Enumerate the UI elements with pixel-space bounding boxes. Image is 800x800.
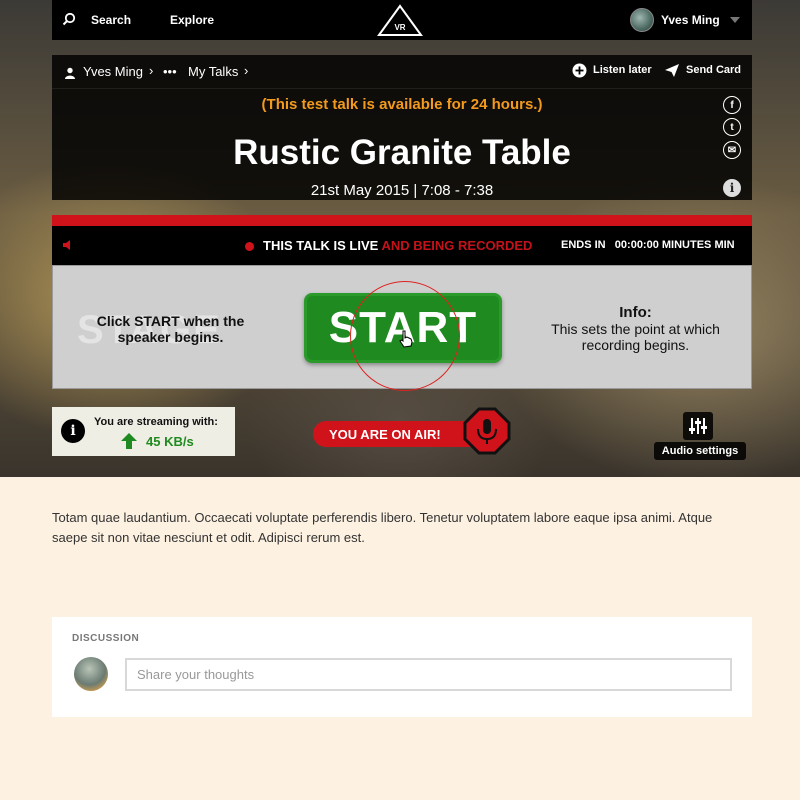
chevron-right-icon: › [149, 63, 154, 78]
talk-title: Rustic Granite Table [233, 133, 571, 172]
audio-settings-button[interactable]: Audio settings [654, 410, 746, 460]
streaming-speed: 45 KB/s [146, 434, 194, 449]
sliders-icon[interactable] [683, 412, 713, 440]
on-air-badge: YOU ARE ON AIR! [313, 421, 473, 447]
ends-label: ENDS IN [561, 239, 606, 251]
talk-datetime: 21st May 2015 | 7:08 - 7:38 [310, 182, 494, 199]
streaming-label: You are streaming with: [94, 416, 218, 428]
listen-later-button[interactable]: Listen later [593, 64, 652, 76]
microphone-icon[interactable] [463, 407, 511, 455]
facebook-icon[interactable]: f [723, 96, 741, 114]
info-body: This sets the point at which recording b… [551, 321, 720, 353]
send-icon[interactable] [664, 63, 680, 78]
email-icon[interactable]: ✉ [723, 141, 741, 159]
availability-note: (This test talk is available for 24 hour… [261, 96, 543, 113]
live-status-text: THIS TALK IS LIVE AND BEING RECORDED [263, 238, 532, 253]
arrow-up-icon [121, 433, 137, 449]
breadcrumb-ellipsis[interactable]: ••• [163, 64, 177, 79]
live-status-bar: THIS TALK IS LIVE AND BEING RECORDED END… [52, 226, 752, 265]
send-card-button[interactable]: Send Card [686, 64, 741, 76]
audio-settings-label[interactable]: Audio settings [654, 442, 746, 460]
breadcrumb-user[interactable]: Yves Ming [83, 64, 143, 79]
twitter-icon[interactable]: t [723, 118, 741, 136]
talk-header-card: Yves Ming › ••• My Talks › Listen later … [52, 55, 752, 200]
user-avatar[interactable] [630, 8, 654, 32]
countdown-timer: 00:00:00 MINUTES MIN [614, 239, 735, 251]
nav-user-name[interactable]: Yves Ming [661, 0, 720, 40]
info-title: Info: [619, 304, 652, 321]
start-panel: STAGE Click START when the speaker begin… [52, 265, 752, 391]
vr-logo-icon[interactable]: VR [377, 3, 423, 37]
live-label: THIS TALK IS LIVE [263, 238, 379, 253]
ends-in-label: ENDS IN 00:00:00 MINUTES MIN [561, 239, 735, 251]
info-icon: i [61, 419, 85, 443]
search-icon[interactable] [62, 12, 76, 26]
live-indicator-dot [245, 242, 254, 251]
streaming-status: i You are streaming with: 45 KB/s [52, 407, 235, 456]
discussion-heading: DISCUSSION [72, 633, 140, 644]
discussion-section: DISCUSSION [52, 617, 752, 717]
nav-explore-link[interactable]: Explore [170, 0, 214, 40]
avatar [74, 657, 108, 691]
breadcrumb: Yves Ming › ••• My Talks › Listen later … [52, 55, 752, 89]
speaker-icon[interactable] [62, 239, 74, 251]
start-instruction: Click START when the speaker begins. [96, 313, 245, 345]
live-progress-bar [52, 215, 752, 226]
logo-text: VR [394, 23, 405, 32]
sliders-glyph [689, 418, 707, 434]
breadcrumb-my-talks[interactable]: My Talks [188, 64, 238, 79]
caret-down-icon[interactable] [730, 17, 740, 23]
nav-search-link[interactable]: Search [91, 0, 131, 40]
discussion-input[interactable] [125, 658, 732, 691]
recording-label: AND BEING RECORDED [381, 238, 533, 253]
top-nav: Search Explore VR Yves Ming [52, 0, 752, 40]
cursor-hand-icon [399, 330, 413, 348]
info-icon[interactable]: i [723, 179, 741, 197]
chevron-right-icon: › [244, 63, 249, 78]
talk-description: Totam quae laudantium. Occaecati volupta… [52, 510, 713, 545]
plus-circle-icon[interactable] [572, 63, 587, 78]
start-info-box: Info: This sets the point at which recor… [533, 304, 738, 353]
user-icon [65, 67, 75, 79]
start-button[interactable]: START [304, 293, 502, 363]
